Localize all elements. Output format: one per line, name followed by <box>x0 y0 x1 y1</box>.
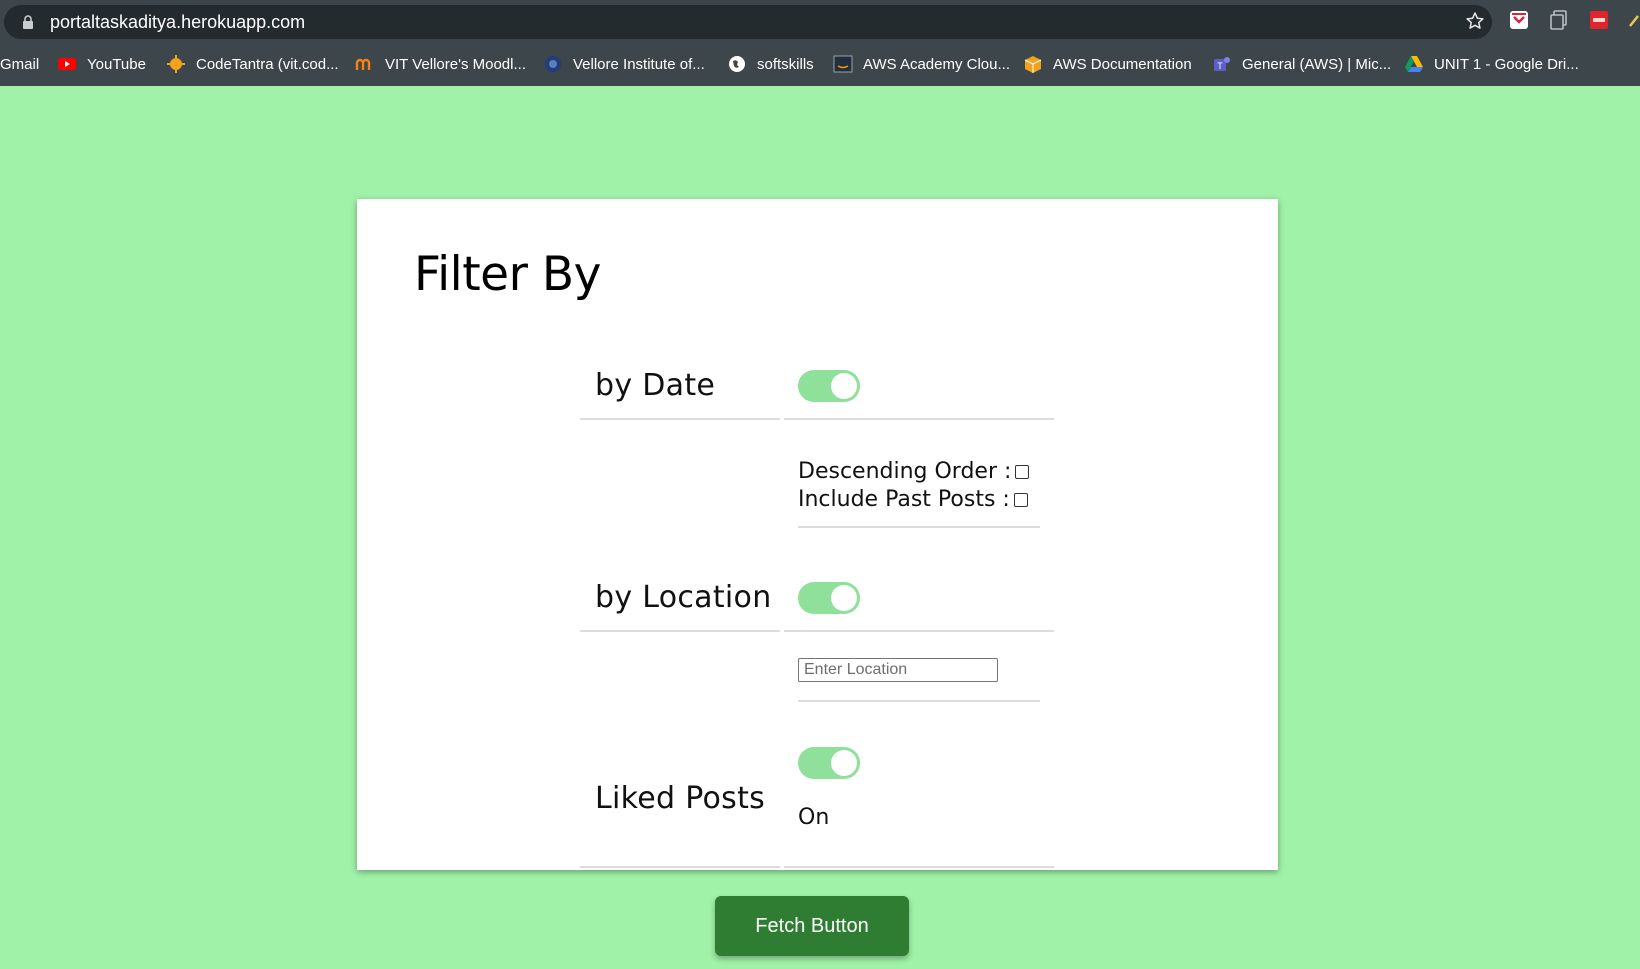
url-text[interactable]: portaltaskaditya.herokuapp.com <box>50 12 305 33</box>
bookmarks-bar: Gmail YouTube CodeTantra (vit.cod... VIT… <box>0 48 1640 78</box>
descending-order-label: Descending Order : <box>798 459 1012 484</box>
extension-icon[interactable] <box>1628 10 1640 30</box>
lock-icon <box>23 15 33 29</box>
location-filter-toggle[interactable] <box>798 582 860 614</box>
moodle-icon <box>355 58 371 70</box>
liked-posts-label: Liked Posts <box>595 781 766 816</box>
divider <box>580 866 780 868</box>
codetantra-icon <box>167 55 185 73</box>
pocket-extension-icon[interactable] <box>1509 10 1529 30</box>
google-drive-icon <box>1405 56 1423 72</box>
bookmark-label: Gmail <box>0 55 40 73</box>
bookmark-label: CodeTantra (vit.cod... <box>196 55 339 73</box>
aws-doc-icon <box>1024 56 1042 73</box>
bookmark-star-icon[interactable] <box>1465 11 1485 31</box>
bookmark-label: UNIT 1 - Google Dri... <box>1434 55 1579 73</box>
liked-posts-toggle[interactable] <box>798 747 860 779</box>
include-past-option: Include Past Posts : <box>798 487 1028 512</box>
divider <box>580 418 780 420</box>
divider <box>784 418 1054 420</box>
pdf-extension-icon[interactable] <box>1589 10 1609 30</box>
bookmark-softskills[interactable]: softskills <box>727 53 814 75</box>
divider <box>784 630 1054 632</box>
bookmark-label: AWS Academy Clou... <box>863 55 1010 73</box>
include-past-label: Include Past Posts : <box>798 487 1010 512</box>
filter-card: Filter By by Date Descending Order : Inc… <box>357 199 1278 870</box>
bookmark-teams[interactable]: T General (AWS) | Mic... <box>1212 53 1391 75</box>
descending-order-checkbox[interactable] <box>1015 464 1030 479</box>
date-filter-label: by Date <box>595 368 716 403</box>
bookmark-label: softskills <box>757 55 814 73</box>
aws-icon <box>833 55 853 73</box>
svg-text:T: T <box>1217 61 1223 71</box>
bookmark-aws-academy[interactable]: AWS Academy Clou... <box>833 53 1010 75</box>
divider <box>580 630 780 632</box>
bookmark-label: Vellore Institute of... <box>573 55 705 73</box>
address-bar[interactable]: portaltaskaditya.herokuapp.com <box>4 5 1492 39</box>
bookmark-codetantra[interactable]: CodeTantra (vit.cod... <box>166 53 339 75</box>
liked-posts-status: On <box>798 805 830 830</box>
bookmark-vit[interactable]: Vellore Institute of... <box>543 53 705 75</box>
browser-chrome: portaltaskaditya.herokuapp.com Gmail You… <box>0 0 1640 86</box>
fetch-button[interactable]: Fetch Button <box>715 896 909 956</box>
bookmark-aws-docs[interactable]: AWS Documentation <box>1023 53 1192 75</box>
globe-icon <box>729 56 745 72</box>
toggle-knob <box>831 750 857 776</box>
page-title: Filter By <box>414 247 601 302</box>
bookmark-label: General (AWS) | Mic... <box>1242 55 1392 73</box>
divider <box>798 700 1040 702</box>
bookmark-youtube[interactable]: YouTube <box>57 53 146 75</box>
bookmark-label: YouTube <box>87 55 146 73</box>
teams-icon: T <box>1214 57 1230 71</box>
bookmark-label: VIT Vellore's Moodl... <box>385 55 526 73</box>
location-input[interactable] <box>798 658 998 682</box>
youtube-icon <box>58 58 76 70</box>
toggle-knob <box>831 373 857 399</box>
date-filter-toggle[interactable] <box>798 370 860 402</box>
bookmark-label: AWS Documentation <box>1053 55 1192 73</box>
location-filter-label: by Location <box>595 580 772 615</box>
vit-icon <box>545 56 561 72</box>
bookmark-moodle[interactable]: VIT Vellore's Moodl... <box>355 53 526 75</box>
bookmark-google-drive[interactable]: UNIT 1 - Google Dri... <box>1404 53 1579 75</box>
descending-order-option: Descending Order : <box>798 459 1030 484</box>
bookmark-gmail[interactable]: Gmail <box>0 53 39 75</box>
divider <box>784 866 1054 868</box>
toggle-knob <box>831 585 857 611</box>
include-past-checkbox[interactable] <box>1013 492 1028 507</box>
divider <box>798 526 1040 528</box>
copy-extension-icon[interactable] <box>1550 10 1568 30</box>
